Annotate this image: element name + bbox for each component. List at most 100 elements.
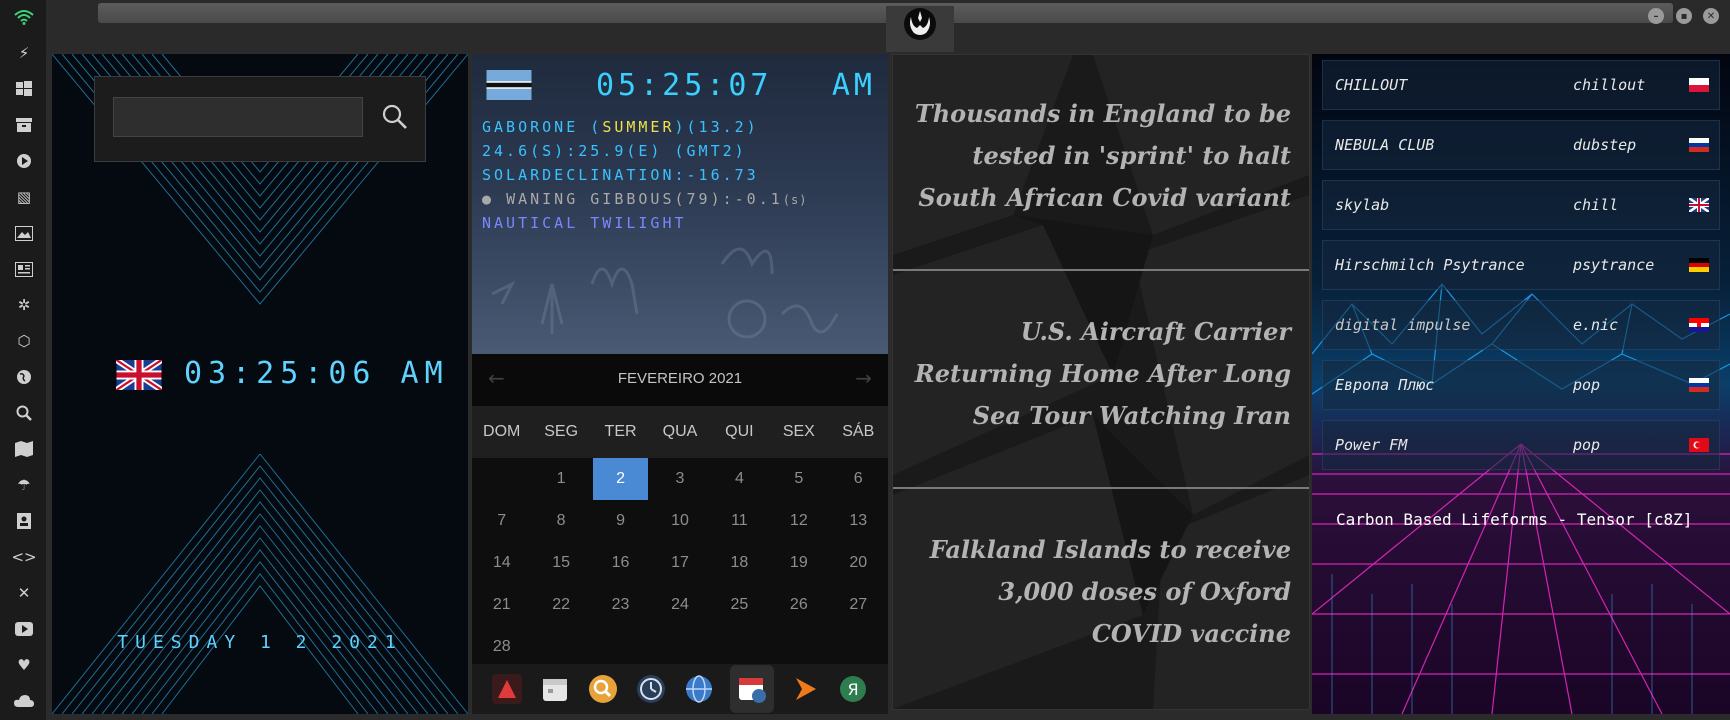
cloud-icon[interactable]	[13, 690, 35, 712]
calendar-day[interactable]: 13	[831, 500, 886, 542]
heart-icon[interactable]: ♥	[13, 654, 35, 676]
calendar-day[interactable]	[831, 626, 886, 668]
city-clock: 05:25:07 AM GABORONE (SUMMER)(13.2) 24.6…	[472, 54, 888, 354]
play-icon[interactable]	[13, 150, 35, 172]
maps-icon[interactable]: ▧	[13, 186, 35, 208]
close-button[interactable]: ✕	[1703, 8, 1719, 24]
play-icon[interactable]	[788, 672, 822, 706]
city-name: GABORONE	[482, 118, 579, 136]
wifi-icon[interactable]	[13, 6, 35, 28]
svg-text:Я: Я	[847, 680, 858, 699]
minimize-button[interactable]: –	[1648, 8, 1664, 24]
radio-station-row[interactable]: Hirschmilch Psytrance psytrance	[1322, 240, 1720, 290]
settings-icon[interactable]: ✲	[13, 294, 35, 316]
archive-icon[interactable]	[13, 114, 35, 136]
calendar-day[interactable]: 27	[831, 584, 886, 626]
news-headline[interactable]: Falkland Islands to receive 3,000 doses …	[911, 529, 1291, 655]
station-genre: psytrance	[1573, 256, 1655, 274]
contacts-icon[interactable]	[13, 510, 35, 532]
calendar-day[interactable]: 24	[652, 584, 707, 626]
app-icon[interactable]: Я	[836, 672, 870, 706]
russia-flag-icon	[1689, 378, 1709, 392]
calendar-clock-icon[interactable]	[730, 665, 774, 713]
radio-station-row[interactable]: Европа Плюс pop	[1322, 360, 1720, 410]
radio-station-row[interactable]: CHILLOUT chillout	[1322, 60, 1720, 110]
station-name: skylab	[1335, 196, 1390, 214]
search-icon[interactable]	[13, 402, 35, 424]
station-name: Hirschmilch Psytrance	[1335, 256, 1525, 274]
world-clock-panel: 03:25:06 AM TUESDAY 1 2 2021	[52, 54, 468, 714]
calendar-day[interactable]	[771, 626, 826, 668]
hexagon-icon[interactable]: ⬡	[13, 330, 35, 352]
globe-icon[interactable]	[682, 672, 716, 706]
calendar-day[interactable]: 9	[593, 500, 648, 542]
news-headline[interactable]: U.S. Aircraft Carrier Returning Home Aft…	[911, 311, 1291, 437]
calendar-day[interactable]: 23	[593, 584, 648, 626]
search-button[interactable]	[375, 97, 415, 137]
calendar-day[interactable]	[593, 626, 648, 668]
radio-station-row[interactable]: Power FM pop	[1322, 420, 1720, 470]
calendar-day[interactable]: 4	[712, 458, 767, 500]
calendar-day[interactable]: 28	[474, 626, 529, 668]
calendar-day[interactable]: 22	[533, 584, 588, 626]
search-icon[interactable]	[586, 672, 620, 706]
calendar-day[interactable]: 7	[474, 500, 529, 542]
news-divider	[893, 487, 1309, 489]
calendar-week: 28	[472, 626, 888, 668]
news-icon[interactable]	[13, 258, 35, 280]
calendar-day[interactable]: 16	[593, 542, 648, 584]
station-genre: e.nic	[1573, 316, 1619, 334]
code-icon[interactable]: <>	[11, 546, 36, 568]
calendar-day[interactable]: 1	[533, 458, 588, 500]
calendar-day[interactable]: 19	[771, 542, 826, 584]
calendar-day[interactable]: 26	[771, 584, 826, 626]
top-bar: – ▪ ✕	[46, 0, 1730, 52]
calendar-day[interactable]: 15	[533, 542, 588, 584]
globe-icon[interactable]	[13, 366, 35, 388]
next-month-button[interactable]: →	[855, 366, 872, 390]
moon-unit: (s)	[782, 193, 808, 207]
calendar-day[interactable]: 20	[831, 542, 886, 584]
calendar-day-selected[interactable]: 2	[592, 458, 649, 500]
calendar-day[interactable]: 3	[652, 458, 707, 500]
lightning-icon[interactable]: ⚡	[13, 42, 35, 64]
calendar-day[interactable]: 25	[712, 584, 767, 626]
calendar-day[interactable]: 6	[831, 458, 886, 500]
calendar-day[interactable]	[474, 458, 529, 500]
anydesk-icon[interactable]	[490, 672, 524, 706]
clock-icon[interactable]	[634, 672, 668, 706]
calendar-day[interactable]: 12	[771, 500, 826, 542]
windows-icon[interactable]	[13, 78, 35, 100]
youtube-icon[interactable]	[13, 618, 35, 640]
news-headline[interactable]: Thousands in England to be tested in 'sp…	[911, 93, 1291, 219]
station-name: NEBULA CLUB	[1335, 136, 1435, 154]
calendar-day[interactable]	[652, 626, 707, 668]
calendar-icon[interactable]	[538, 672, 572, 706]
maximize-button[interactable]: ▪	[1676, 8, 1692, 24]
twilight-label: NAUTICAL TWILIGHT	[482, 214, 687, 232]
calendar-day[interactable]: 8	[533, 500, 588, 542]
poland-flag-icon	[1689, 78, 1709, 92]
umbrella-icon[interactable]: ☂	[13, 474, 35, 496]
calendar-day[interactable]: 14	[474, 542, 529, 584]
map-icon[interactable]	[13, 438, 35, 460]
calendar-day[interactable]	[712, 626, 767, 668]
calendar-day[interactable]: 5	[771, 458, 826, 500]
calendar-day[interactable]: 18	[712, 542, 767, 584]
expand-icon[interactable]: ✕	[13, 582, 35, 604]
calendar-day[interactable]: 17	[652, 542, 707, 584]
radio-station-row[interactable]: skylab chill	[1322, 180, 1720, 230]
news-panel: Thousands in England to be tested in 'sp…	[892, 54, 1310, 710]
calendar-day[interactable]: 21	[474, 584, 529, 626]
radio-station-row[interactable]: digital impulse e.nic	[1322, 300, 1720, 350]
calendar-day[interactable]	[533, 626, 588, 668]
calendar-day[interactable]: 11	[712, 500, 767, 542]
calendar-day[interactable]: 10	[652, 500, 707, 542]
now-playing-track: Carbon Based Lifeforms - Tensor [c8Z]	[1336, 510, 1693, 529]
uk-flag-icon	[1689, 198, 1709, 212]
radio-station-row[interactable]: NEBULA CLUB dubstep	[1322, 120, 1720, 170]
search-input[interactable]	[113, 97, 363, 137]
solar-declination: SOLARDECLINATION:-16.73	[482, 166, 759, 184]
image-icon[interactable]	[13, 222, 35, 244]
weekday-label: QUI	[725, 423, 754, 440]
